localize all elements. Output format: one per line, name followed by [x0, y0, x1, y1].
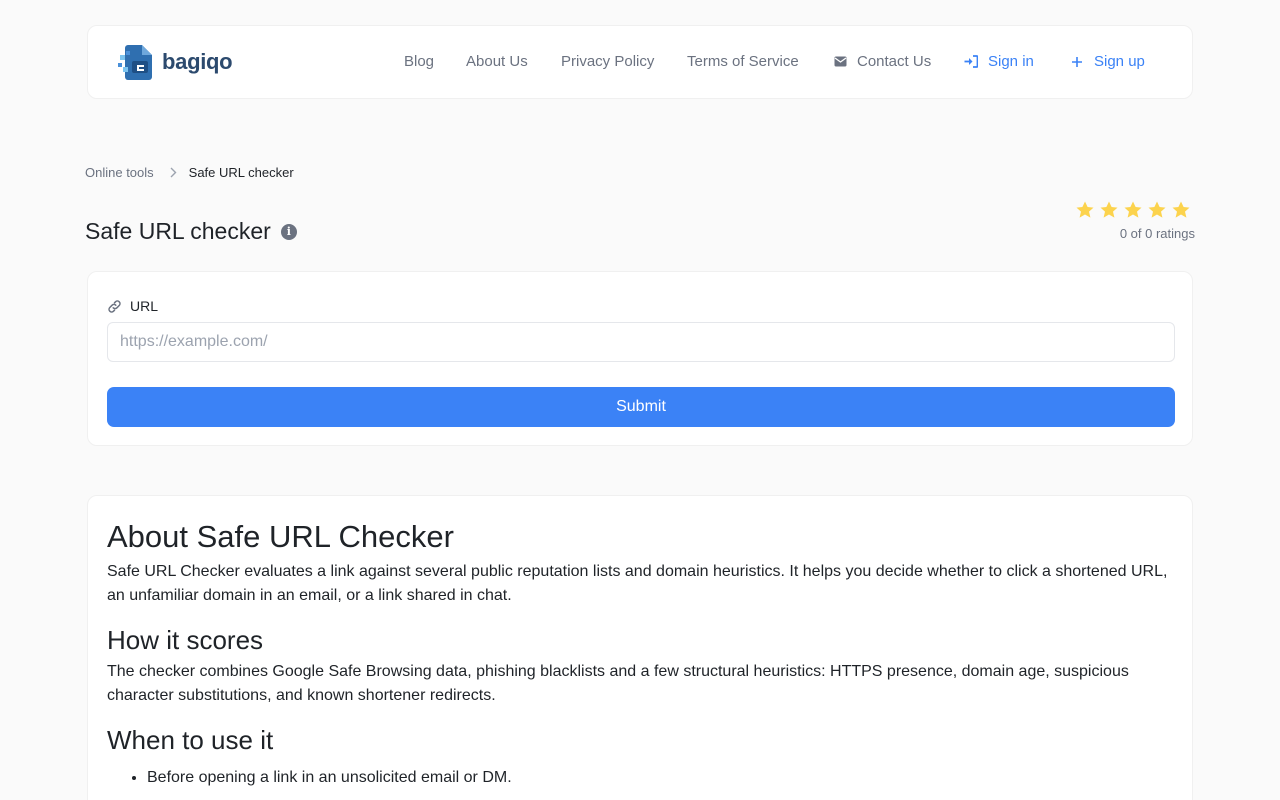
url-check-form: URL Submit	[87, 271, 1193, 446]
breadcrumb-current: Safe URL checker	[188, 165, 294, 180]
about-section: About Safe URL Checker Safe URL Checker …	[87, 495, 1193, 800]
rating-stars	[1075, 200, 1195, 220]
nav-privacy-link[interactable]: Privacy Policy	[561, 53, 654, 70]
about-heading: About Safe URL Checker	[107, 519, 454, 554]
breadcrumb-online-tools[interactable]: Online tools	[85, 165, 154, 180]
nav-signup-link[interactable]: Sign up	[1070, 53, 1145, 70]
plus-icon	[1070, 55, 1084, 69]
rating-count: 0 of 0 ratings	[1119, 226, 1195, 241]
when-to-use-list: Before opening a link in an unsolicited …	[107, 766, 1173, 790]
url-field-label: URL	[107, 298, 158, 314]
nav-signup-label: Sign up	[1094, 53, 1145, 70]
star-icon[interactable]	[1099, 200, 1119, 220]
link-icon	[107, 299, 122, 314]
about-intro: Safe URL Checker evaluates a link agains…	[107, 563, 1168, 604]
url-input[interactable]	[107, 322, 1175, 362]
submit-button[interactable]: Submit	[107, 387, 1175, 427]
envelope-icon	[833, 55, 847, 69]
nav-about-link[interactable]: About Us	[466, 53, 528, 70]
how-it-scores-text: The checker combines Google Safe Browsin…	[107, 663, 1129, 704]
chevron-right-icon	[170, 167, 177, 178]
star-icon[interactable]	[1147, 200, 1167, 220]
list-item: Before opening a link in an unsolicited …	[147, 766, 1173, 790]
nav-contact-label: Contact Us	[857, 53, 932, 70]
nav-blog-link[interactable]: Blog	[404, 53, 434, 70]
nav-signin-link[interactable]: Sign in	[964, 53, 1034, 70]
page-title: Safe URL checker i	[85, 218, 297, 245]
nav-signin-label: Sign in	[988, 53, 1034, 70]
rating-widget: 0 of 0 ratings	[1075, 200, 1195, 241]
star-icon[interactable]	[1123, 200, 1143, 220]
star-icon[interactable]	[1075, 200, 1095, 220]
sign-in-icon	[964, 55, 978, 69]
star-icon[interactable]	[1171, 200, 1191, 220]
breadcrumb: Online tools Safe URL checker	[85, 165, 294, 180]
top-navbar: bagiqo Blog About Us Privacy Policy Term…	[87, 25, 1193, 99]
nav-contact-link[interactable]: Contact Us	[833, 53, 931, 70]
when-to-use-heading: When to use it	[107, 725, 274, 755]
info-circle-icon[interactable]: i	[280, 223, 297, 240]
how-it-scores-heading: How it scores	[107, 625, 264, 655]
nav-terms-link[interactable]: Terms of Service	[687, 53, 799, 70]
main-nav: Blog About Us Privacy Policy Terms of Se…	[88, 26, 1192, 100]
url-label-text: URL	[130, 298, 159, 314]
page-title-text: Safe URL checker	[85, 218, 271, 244]
